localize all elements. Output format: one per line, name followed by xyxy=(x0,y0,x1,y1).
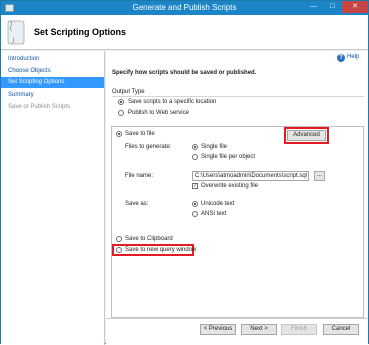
publish-web-service-radio[interactable] xyxy=(118,110,124,116)
wizard-window: Generate and Publish Scripts — □ ✕ Set S… xyxy=(0,0,369,345)
save-to-query-window-label[interactable]: Save to new query window xyxy=(125,247,196,253)
output-type-label: Output Type xyxy=(112,89,145,95)
save-to-clipboard-radio[interactable] xyxy=(116,236,122,242)
cancel-button[interactable]: Cancel xyxy=(323,324,359,335)
output-type-divider xyxy=(112,96,364,97)
ansi-text-radio[interactable] xyxy=(192,211,198,217)
save-to-file-radio[interactable] xyxy=(116,131,122,137)
ansi-text-label[interactable]: ANSI text xyxy=(201,211,226,217)
finish-button: Finish xyxy=(281,324,317,335)
help-icon: ? xyxy=(337,54,345,62)
wizard-nav: Introduction Choose Objects Set Scriptin… xyxy=(1,51,105,345)
nav-item-save-or-publish: Save or Publish Scripts xyxy=(8,104,71,110)
advanced-button[interactable]: Advanced xyxy=(287,130,326,141)
save-as-label: Save as: xyxy=(125,201,149,207)
scroll-icon xyxy=(7,20,25,45)
overwrite-label[interactable]: Overwrite existing file xyxy=(201,183,258,189)
title-bar[interactable]: Generate and Publish Scripts — □ ✕ xyxy=(1,1,368,15)
nav-item-set-scripting-options[interactable]: Set Scripting Options xyxy=(1,77,104,88)
unicode-text-radio[interactable] xyxy=(192,201,198,207)
footer-divider xyxy=(106,318,368,319)
intro-text: Specify how scripts should be saved or p… xyxy=(112,70,257,76)
nav-item-choose-objects[interactable]: Choose Objects xyxy=(1,66,104,77)
save-to-location-radio[interactable] xyxy=(118,99,124,105)
unicode-text-label[interactable]: Unicode text xyxy=(201,201,234,207)
single-file-label[interactable]: Single file xyxy=(201,144,227,150)
previous-button[interactable]: < Previous xyxy=(200,324,236,335)
nav-item-summary[interactable]: Summary xyxy=(1,90,104,101)
nav-item-introduction[interactable]: Introduction xyxy=(1,54,104,65)
save-to-file-label[interactable]: Save to file xyxy=(125,131,155,137)
file-name-input[interactable]: C:\Users\atmoadmin\Documents\script.sql xyxy=(192,171,309,181)
help-label: Help xyxy=(347,54,360,60)
help-link[interactable]: ? Help xyxy=(337,53,367,63)
save-to-clipboard-label[interactable]: Save to Clipboard xyxy=(125,236,173,242)
single-file-per-object-radio[interactable] xyxy=(192,154,198,160)
publish-web-service-label[interactable]: Publish to Web service xyxy=(128,110,189,116)
single-file-radio[interactable] xyxy=(192,144,198,150)
single-file-per-object-label[interactable]: Single file per object xyxy=(201,154,255,160)
page-header: Set Scripting Options xyxy=(1,15,368,50)
next-button[interactable]: Next > xyxy=(241,324,277,335)
save-to-query-window-radio[interactable] xyxy=(116,247,122,253)
maximize-button[interactable]: □ xyxy=(323,1,342,13)
files-to-generate-label: Files to generate: xyxy=(125,144,172,150)
file-name-label: File name: xyxy=(125,173,154,179)
close-button[interactable]: ✕ xyxy=(342,1,368,13)
save-to-location-label[interactable]: Save scripts to a specific location xyxy=(128,99,216,105)
overwrite-checkbox[interactable]: ✓ xyxy=(192,183,198,189)
page-title: Set Scripting Options xyxy=(34,27,127,37)
minimize-button[interactable]: — xyxy=(304,1,323,13)
browse-button[interactable]: ... xyxy=(314,171,325,181)
